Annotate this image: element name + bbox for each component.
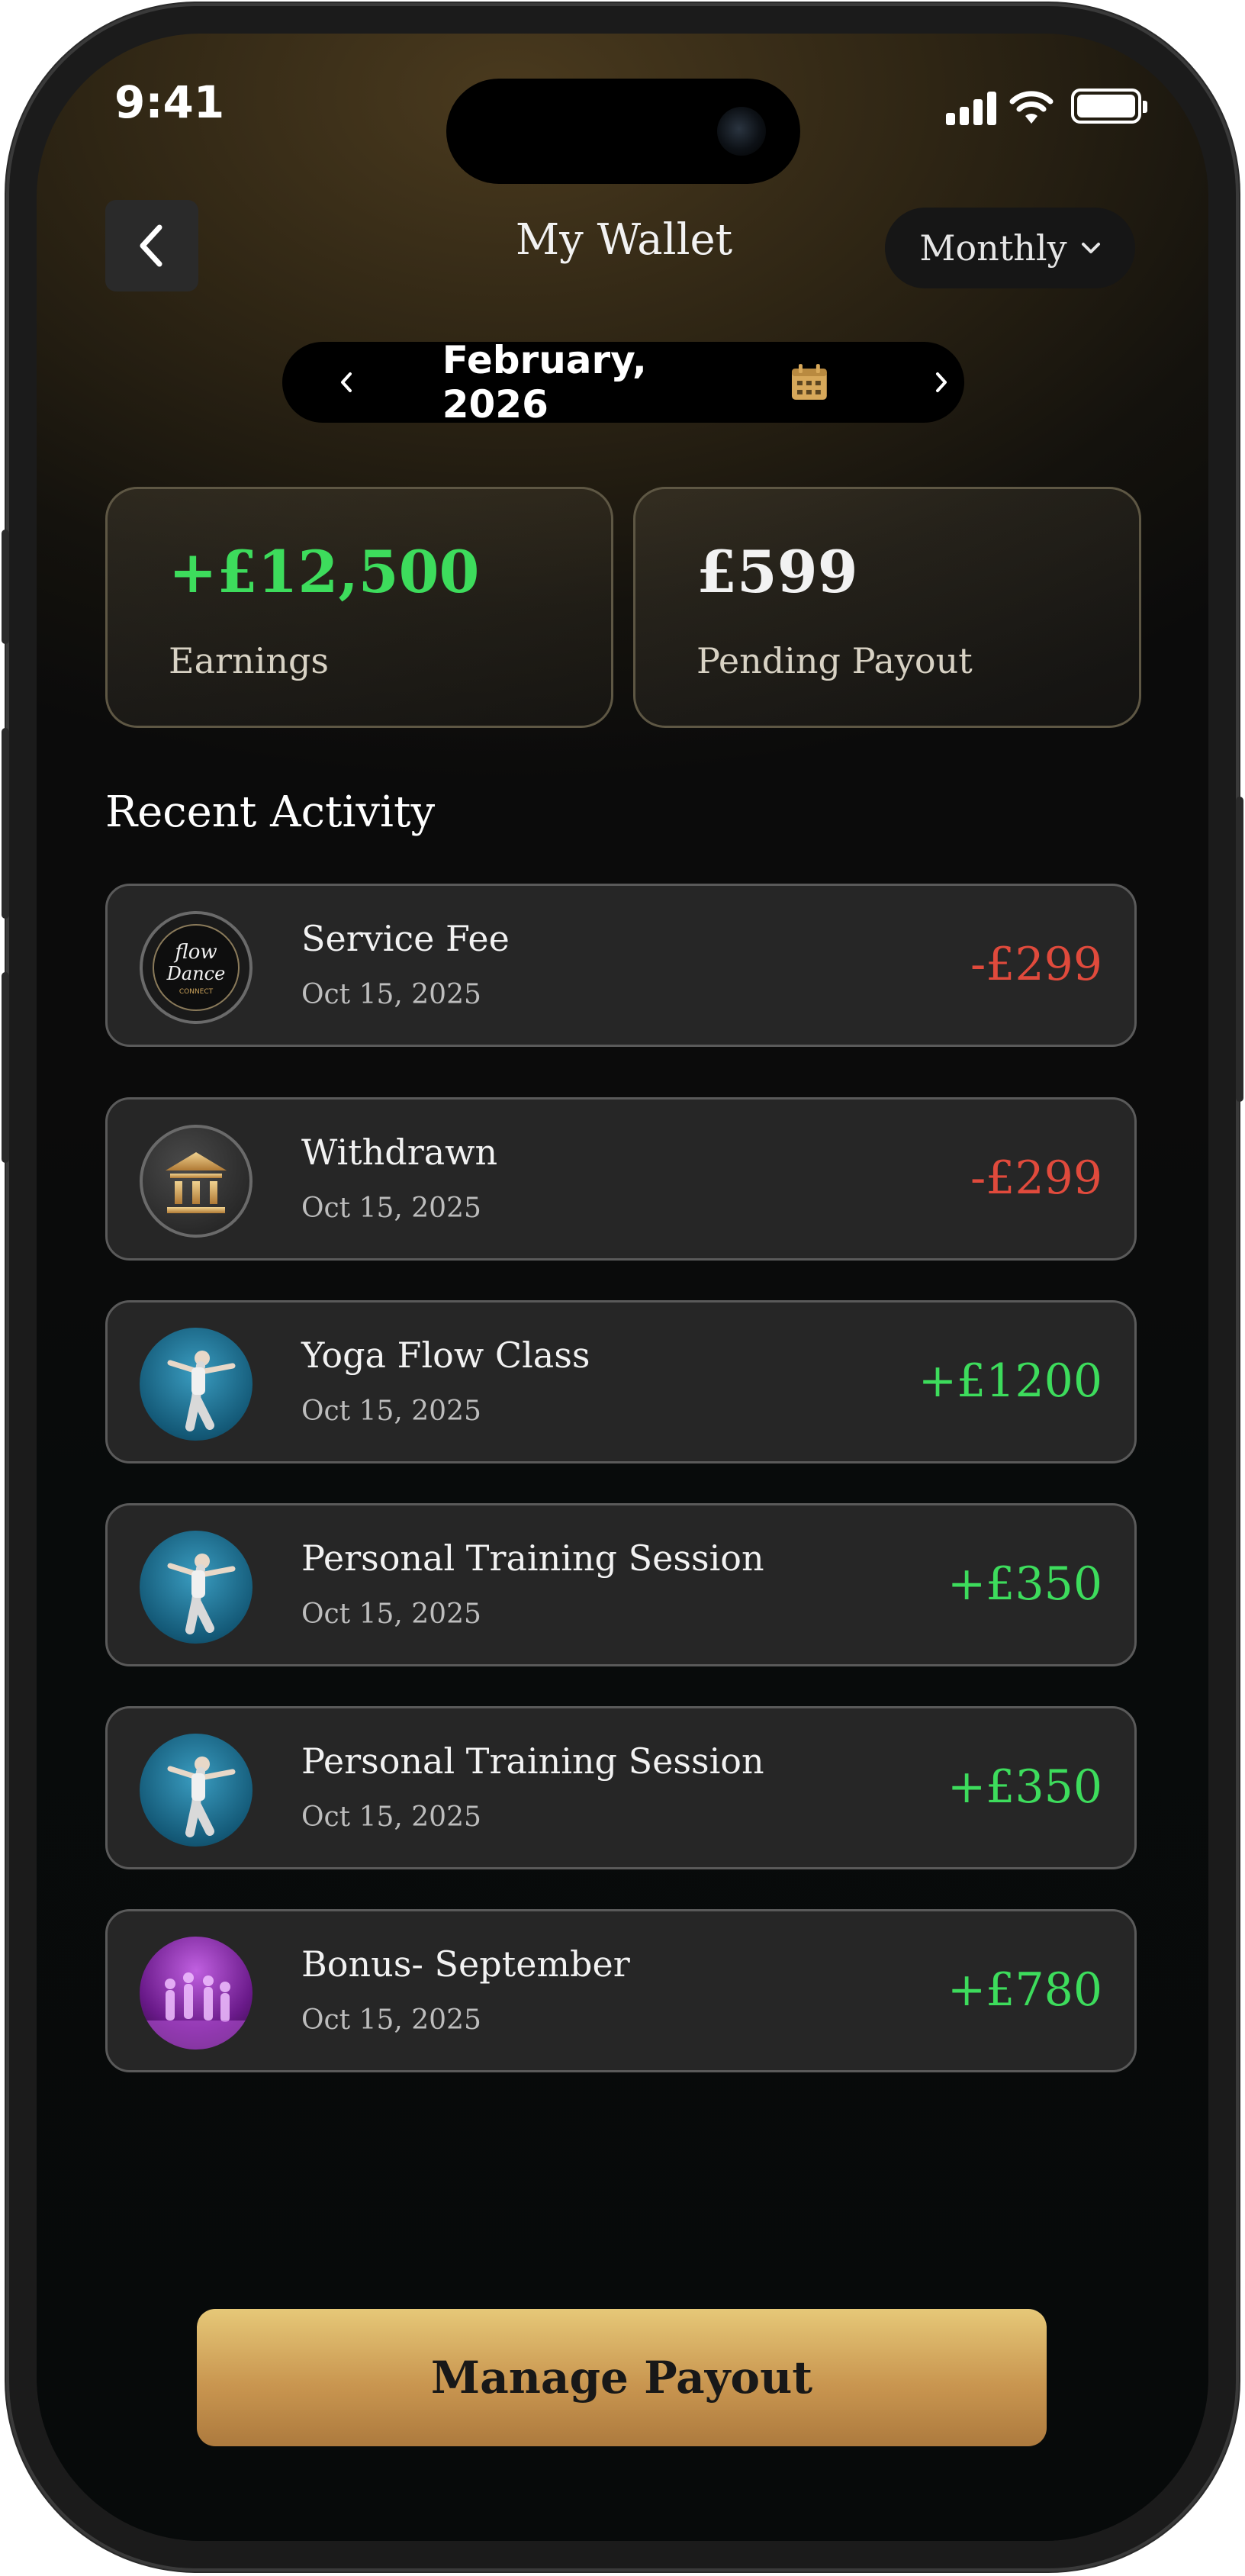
activity-title: Personal Training Session (301, 1740, 764, 1782)
period-dropdown[interactable]: Monthly (885, 208, 1135, 288)
activity-date: Oct 15, 2025 (301, 1599, 481, 1630)
logo-text-line1: flow (173, 941, 217, 964)
battery-icon (1071, 89, 1147, 124)
recent-activity-title: Recent Activity (105, 787, 436, 837)
pending-payout-card: £599 Pending Payout (633, 487, 1141, 728)
activity-date: Oct 15, 2025 (301, 2004, 481, 2036)
activity-title: Yoga Flow Class (301, 1335, 590, 1376)
activity-amount: +£1200 (918, 1354, 1102, 1408)
logo-text-line2: Dance (166, 963, 226, 984)
activity-date: Oct 15, 2025 (301, 1396, 481, 1427)
activity-amount: +£350 (947, 1557, 1102, 1611)
wifi-icon (1009, 91, 1054, 124)
activity-row[interactable]: Bonus- September Oct 15, 2025 +£780 (105, 1909, 1137, 2072)
chevron-down-icon (1081, 243, 1100, 253)
pending-payout-value: £599 (696, 538, 858, 606)
volume-down-button (2, 972, 9, 1163)
earnings-label: Earnings (169, 640, 330, 681)
cellular-signal-icon (946, 92, 999, 125)
month-navigator: February, 2026 (282, 338, 964, 427)
current-month-label: February, 2026 (442, 338, 647, 427)
logo-text-line3: CONNECT (179, 988, 214, 996)
manage-payout-button[interactable]: Manage Payout (197, 2309, 1047, 2446)
previous-month-button[interactable] (323, 359, 369, 405)
activity-title: Bonus- September (301, 1943, 630, 1985)
activity-title: Service Fee (301, 918, 510, 959)
activity-row[interactable]: Yoga Flow Class Oct 15, 2025 +£1200 (105, 1300, 1137, 1463)
activity-date: Oct 15, 2025 (301, 1193, 481, 1224)
activity-date: Oct 15, 2025 (301, 979, 481, 1010)
activity-title: Withdrawn (301, 1132, 498, 1173)
activity-title: Personal Training Session (301, 1538, 764, 1579)
power-button (1236, 797, 1243, 1102)
dancer-photo (140, 1531, 253, 1644)
flow-dance-connect-logo: flow Dance CONNECT (140, 911, 253, 1024)
action-button (2, 530, 9, 644)
activity-date: Oct 15, 2025 (301, 1802, 481, 1833)
activity-row[interactable]: Personal Training Session Oct 15, 2025 +… (105, 1503, 1137, 1666)
earnings-value: +£12,500 (169, 538, 480, 606)
activity-amount: -£299 (970, 938, 1102, 991)
activity-row[interactable]: flow Dance CONNECT Service Fee Oct 15, 2… (105, 884, 1137, 1047)
bank-icon (140, 1125, 253, 1238)
volume-up-button (2, 728, 9, 919)
dancer-photo (140, 1734, 253, 1847)
chevron-left-icon (340, 372, 352, 392)
dance-group-photo (140, 1937, 253, 2050)
camera-icon (717, 107, 766, 156)
activity-amount: +£780 (947, 1963, 1102, 2017)
earnings-card: +£12,500 Earnings (105, 487, 613, 728)
dancer-photo (140, 1328, 253, 1441)
activity-row[interactable]: Withdrawn Oct 15, 2025 -£299 (105, 1097, 1137, 1261)
pending-payout-label: Pending Payout (696, 640, 973, 681)
activity-amount: +£350 (947, 1760, 1102, 1814)
status-time: 9:41 (114, 76, 225, 128)
period-dropdown-label: Monthly (919, 227, 1067, 269)
activity-row[interactable]: Personal Training Session Oct 15, 2025 +… (105, 1706, 1137, 1869)
activity-amount: -£299 (970, 1151, 1102, 1205)
next-month-button[interactable] (918, 359, 964, 405)
calendar-icon[interactable] (790, 362, 829, 402)
chevron-right-icon (936, 372, 947, 392)
